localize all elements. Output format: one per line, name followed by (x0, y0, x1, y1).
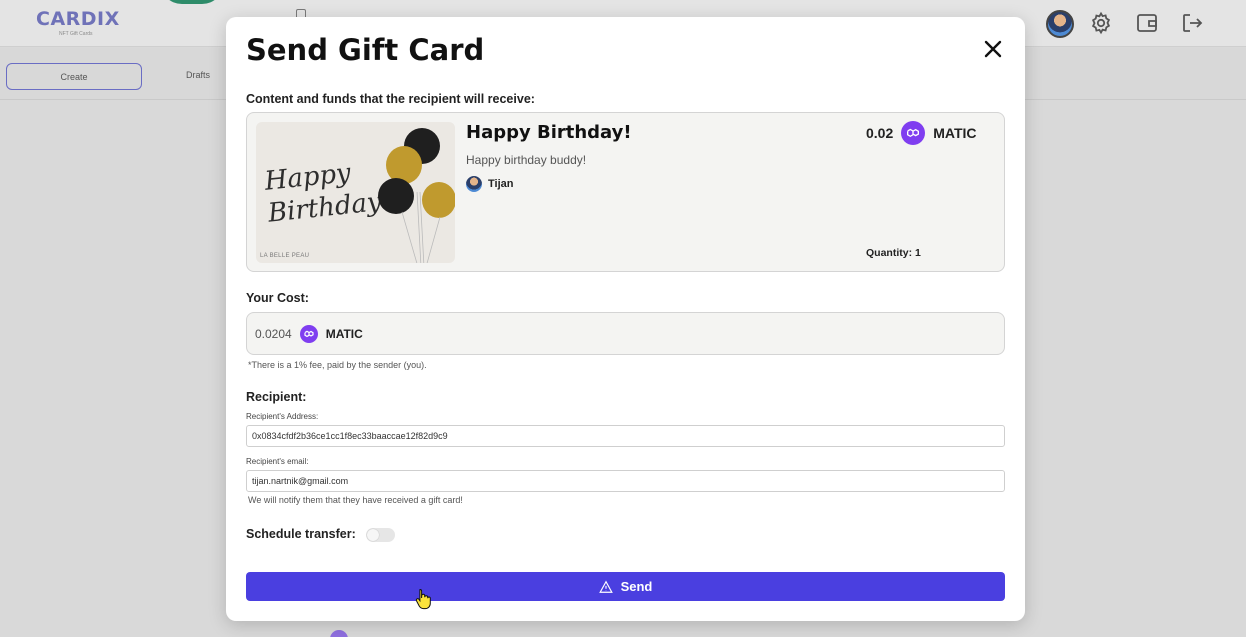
warning-icon (598, 580, 613, 593)
header-decoration (160, 0, 224, 4)
gift-card-message: Happy birthday buddy! (466, 153, 587, 167)
sender-name: Tijan (488, 178, 514, 190)
gift-card-title: Happy Birthday! (466, 122, 632, 143)
schedule-transfer-label: Schedule transfer: (246, 527, 356, 541)
fee-note: *There is a 1% fee, paid by the sender (… (248, 360, 427, 370)
logo-tagline: NFT Gift Cards (59, 31, 93, 37)
background-item-icon (330, 630, 348, 637)
tab-create[interactable]: Create (6, 63, 142, 90)
send-button[interactable]: Send (246, 572, 1005, 601)
matic-token-icon (901, 121, 926, 145)
gift-card-quantity: Quantity: 1 (866, 247, 921, 259)
recipient-address-label: Recipient's Address: (246, 412, 319, 421)
toggle-knob (367, 529, 379, 541)
wallet-icon[interactable] (1135, 11, 1159, 35)
email-note: We will notify them that they have recei… (248, 495, 463, 505)
hand-cursor-icon (415, 588, 431, 610)
close-icon[interactable] (983, 39, 1003, 59)
cost-label: Your Cost: (246, 291, 309, 305)
recipient-label: Recipient: (246, 390, 307, 404)
send-button-label: Send (620, 579, 653, 594)
user-avatar[interactable] (1046, 10, 1074, 38)
cost-token: MATIC (325, 326, 363, 341)
gift-card-sender: Tijan (466, 176, 513, 192)
gear-icon[interactable] (1089, 11, 1113, 35)
content-label: Content and funds that the recipient wil… (246, 92, 535, 106)
amount-value: 0.02 (866, 125, 894, 141)
card-image-brand: LA BELLE PEAU (260, 253, 310, 259)
gift-card-amount: 0.02 MATIC (866, 121, 977, 145)
schedule-transfer-toggle[interactable] (366, 528, 395, 542)
recipient-email-label: Recipient's email: (246, 457, 309, 466)
balloon-strings (401, 192, 441, 263)
tab-drafts[interactable]: Drafts (186, 70, 210, 80)
app-logo[interactable]: CARDIX (36, 8, 120, 30)
gift-card-image: Happy Birthday! LA BELLE PEAU (256, 122, 455, 263)
gift-card-preview: Happy Birthday! LA BELLE PEAU Happy Birt… (246, 112, 1005, 272)
sender-avatar (466, 176, 482, 192)
recipient-email-input[interactable] (246, 470, 1005, 492)
modal-title: Send Gift Card (246, 33, 485, 67)
cost-value: 0.0204 (255, 326, 292, 341)
cost-display: 0.0204 MATIC (246, 312, 1005, 355)
logout-icon[interactable] (1180, 11, 1204, 35)
amount-token: MATIC (933, 125, 977, 141)
send-gift-card-modal: Send Gift Card Content and funds that th… (226, 17, 1025, 621)
recipient-address-input[interactable] (246, 425, 1005, 447)
matic-token-icon (299, 324, 318, 343)
